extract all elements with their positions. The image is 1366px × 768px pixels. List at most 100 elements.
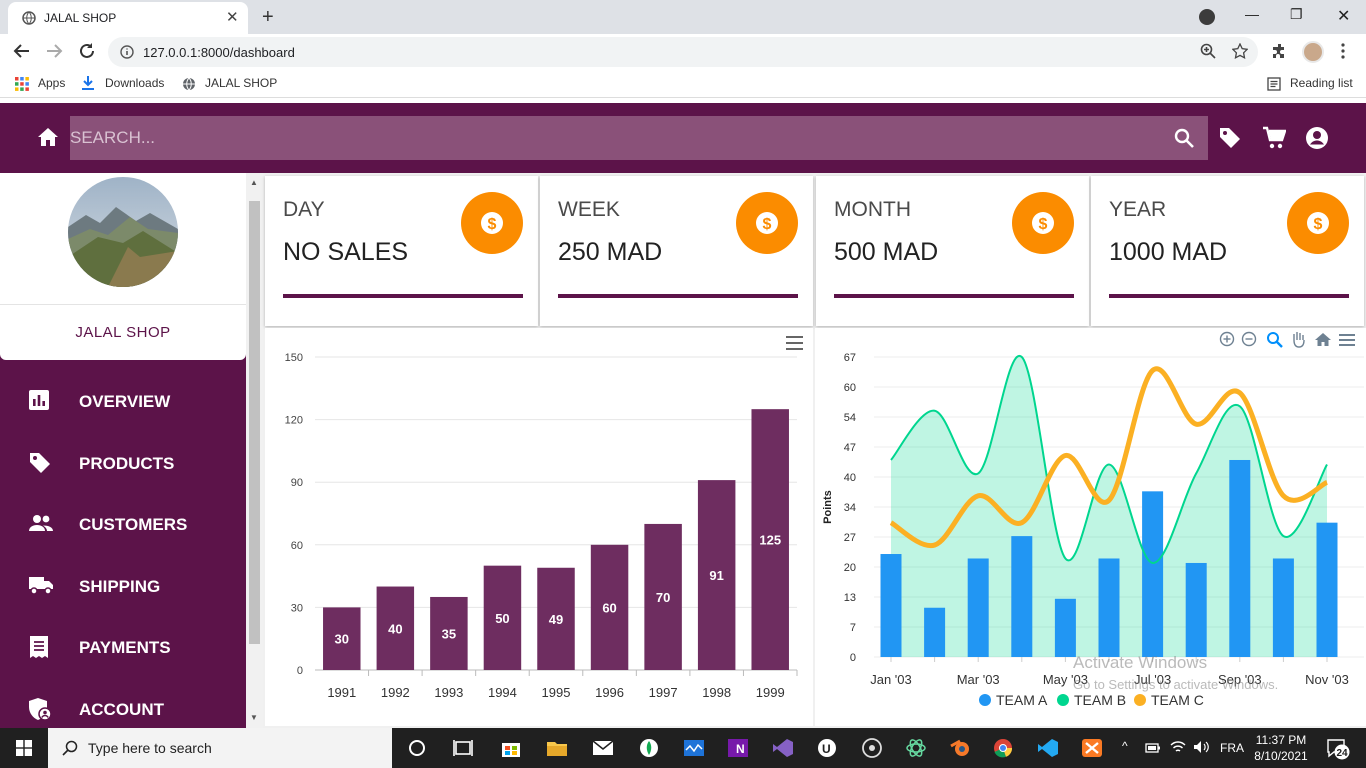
svg-text:$: $ — [488, 216, 497, 233]
zoom-in-icon[interactable] — [1219, 331, 1235, 347]
vscode-icon[interactable] — [1037, 738, 1059, 758]
chart-menu-icon[interactable] — [1339, 334, 1355, 346]
browser-toolbar: 127.0.0.1:8000/dashboard — [0, 34, 1366, 70]
minimize-icon[interactable]: — — [1245, 6, 1259, 22]
reset-home-icon[interactable] — [1315, 333, 1331, 346]
blender-icon[interactable] — [949, 738, 971, 758]
restore-icon[interactable]: ❐ — [1290, 6, 1303, 23]
bar-chart-icon — [29, 390, 49, 410]
atom-icon[interactable] — [905, 738, 927, 758]
chart-menu-icon[interactable] — [786, 336, 803, 350]
obs-icon[interactable] — [861, 738, 883, 758]
legend-marker — [979, 694, 991, 706]
x-tick-label: 1995 — [542, 685, 571, 700]
x-tick-label: 1997 — [649, 685, 678, 700]
pan-hand-icon[interactable] — [1293, 332, 1305, 348]
team-a-bar[interactable] — [1272, 558, 1294, 657]
bookmark-star-icon[interactable] — [1232, 43, 1248, 59]
cart-icon[interactable] — [1262, 126, 1286, 150]
zoom-icon[interactable] — [1200, 43, 1216, 59]
profile-avatar[interactable] — [1302, 41, 1324, 63]
reading-list-icon — [1267, 77, 1281, 91]
sidebar-item-overview[interactable]: OVERVIEW — [0, 377, 246, 425]
apps-grid-icon[interactable] — [15, 77, 29, 91]
team-a-bar[interactable] — [1011, 536, 1033, 657]
reading-list-link[interactable]: Reading list — [1290, 76, 1353, 90]
volume-icon[interactable] — [1193, 740, 1209, 754]
more-menu-icon[interactable] — [1341, 43, 1345, 59]
zoom-select-icon[interactable] — [1267, 332, 1283, 348]
team-a-bar[interactable] — [967, 558, 989, 657]
team-a-bar[interactable] — [1142, 491, 1164, 657]
scroll-up-arrow-icon[interactable]: ▲ — [250, 178, 258, 187]
unreal-engine-icon[interactable]: U — [816, 738, 838, 758]
bookmark-apps[interactable]: Apps — [38, 76, 65, 90]
monitor-app-icon[interactable] — [683, 738, 705, 758]
team-a-bar[interactable] — [1054, 598, 1076, 657]
address-bar[interactable]: 127.0.0.1:8000/dashboard — [108, 37, 1258, 67]
legend-item-team-a[interactable]: TEAM A — [979, 692, 1048, 708]
search-icon[interactable] — [1174, 128, 1194, 148]
team-a-bar[interactable] — [1185, 562, 1207, 657]
home-icon[interactable] — [37, 127, 59, 147]
store-icon[interactable] — [500, 738, 522, 758]
team-a-bar[interactable] — [1316, 522, 1338, 657]
battery-icon[interactable] — [1145, 742, 1161, 754]
team-a-bar[interactable] — [1098, 558, 1120, 657]
taskbar-search-box[interactable]: Type here to search — [48, 728, 392, 768]
reload-icon[interactable] — [78, 42, 96, 60]
wifi-icon[interactable] — [1170, 740, 1186, 754]
legend-item-team-c[interactable]: TEAM C — [1134, 692, 1204, 708]
browser-tab-bar: JALAL SHOP ✕ + — ❐ ✕ — [0, 0, 1366, 34]
stat-card-day: DAY NO SALES $ — [265, 176, 538, 326]
bookmark-jalal-shop[interactable]: JALAL SHOP — [205, 76, 277, 90]
forward-icon[interactable] — [45, 42, 63, 60]
chrome-icon[interactable] — [992, 738, 1014, 758]
task-view-icon[interactable] — [452, 738, 474, 758]
visual-studio-icon[interactable] — [772, 738, 794, 758]
onenote-icon[interactable]: N — [727, 738, 749, 758]
sidebar-item-shipping[interactable]: SHIPPING — [0, 562, 246, 610]
input-language[interactable]: FRA — [1220, 741, 1244, 755]
team-a-bar[interactable] — [1229, 459, 1251, 657]
tab-search-icon[interactable] — [1199, 9, 1215, 25]
system-clock[interactable]: 11:37 PM 8/10/2021 — [1252, 732, 1310, 764]
browser-tab[interactable]: JALAL SHOP ✕ — [8, 2, 248, 34]
file-explorer-icon[interactable] — [546, 738, 568, 758]
dollar-coin-icon: $ — [461, 192, 523, 254]
stat-card-underline — [1109, 294, 1349, 298]
sidebar-item-payments[interactable]: PAYMENTS — [0, 623, 246, 671]
tab-title: JALAL SHOP — [44, 11, 117, 25]
sidebar-item-products[interactable]: PRODUCTS — [0, 439, 246, 487]
account-circle-icon[interactable] — [1305, 126, 1329, 150]
legend-item-team-b[interactable]: TEAM B — [1057, 692, 1126, 708]
sidebar-item-account[interactable]: ACCOUNT — [0, 685, 246, 733]
mongodb-icon[interactable] — [638, 738, 660, 758]
windows-taskbar: Type here to search N U ^ FRA 11:37 PM 8… — [0, 728, 1366, 768]
scrollbar-thumb[interactable] — [249, 201, 260, 644]
windows-start-icon[interactable] — [16, 740, 32, 756]
cortana-icon[interactable] — [406, 738, 428, 758]
sidebar-item-customers[interactable]: CUSTOMERS — [0, 500, 246, 548]
download-icon — [82, 76, 94, 90]
team-a-bar[interactable] — [924, 607, 946, 657]
tray-overflow-icon[interactable]: ^ — [1122, 739, 1128, 753]
new-tab-icon[interactable]: + — [262, 7, 274, 27]
xampp-icon[interactable] — [1081, 738, 1103, 758]
tag-icon[interactable] — [1218, 126, 1242, 150]
zoom-out-icon[interactable] — [1241, 331, 1257, 347]
search-input[interactable] — [70, 116, 1160, 160]
close-tab-icon[interactable]: ✕ — [226, 10, 239, 26]
notification-center-icon[interactable]: 24 — [1326, 738, 1350, 760]
mail-icon[interactable] — [592, 738, 614, 758]
extensions-icon[interactable] — [1272, 43, 1288, 59]
scroll-down-arrow-icon[interactable]: ▼ — [250, 713, 258, 722]
info-icon[interactable] — [120, 45, 134, 59]
team-a-bar[interactable] — [880, 554, 902, 657]
bookmark-downloads[interactable]: Downloads — [105, 76, 164, 90]
search-icon — [62, 740, 78, 756]
profile-divider — [0, 304, 246, 305]
icon-lens — [1267, 332, 1279, 344]
close-window-icon[interactable]: ✕ — [1337, 6, 1350, 26]
back-icon[interactable] — [13, 42, 31, 60]
